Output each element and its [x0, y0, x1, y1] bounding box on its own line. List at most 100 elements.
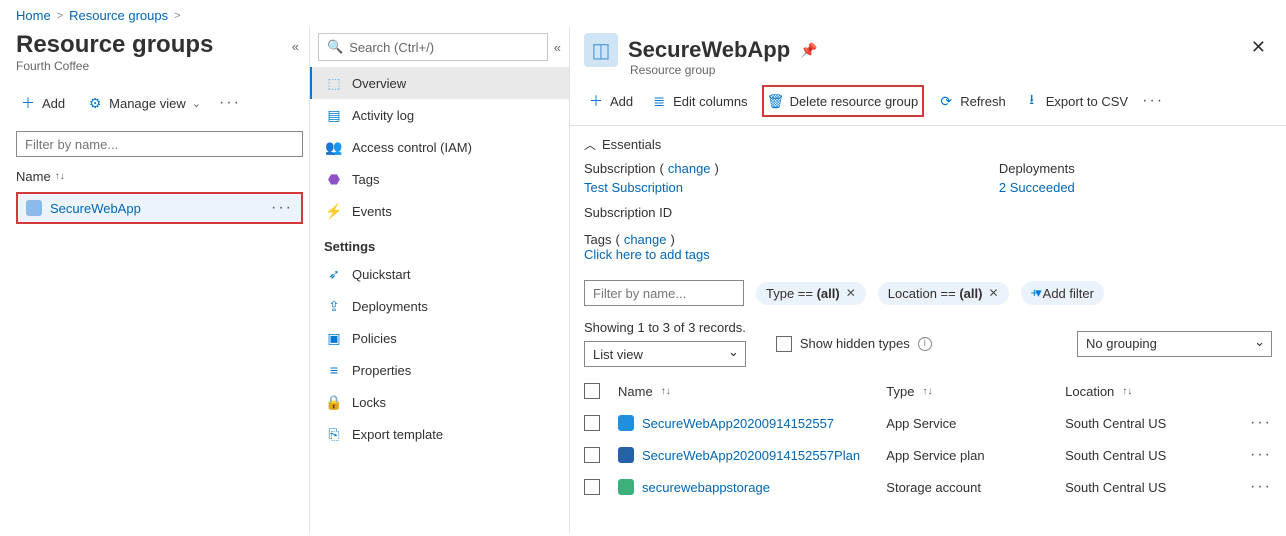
row-more-button[interactable]: ··· — [1250, 447, 1272, 463]
filter-input[interactable] — [16, 131, 303, 157]
add-filter-icon: +▾ — [1031, 285, 1039, 301]
remove-filter-icon[interactable]: ✕ — [846, 286, 856, 300]
nav-overview[interactable]: ⬚ Overview — [310, 67, 569, 99]
remove-filter-icon[interactable]: ✕ — [988, 286, 998, 300]
more-actions-button[interactable]: ··· — [219, 95, 241, 111]
edit-columns-label: Edit columns — [673, 94, 747, 109]
add-button[interactable]: ＋ Add — [16, 87, 69, 119]
delete-rg-label: Delete resource group — [790, 94, 919, 109]
item-more-button[interactable]: ··· — [271, 200, 293, 216]
resource-link[interactable]: securewebappstorage — [642, 480, 770, 495]
breadcrumb-resource-groups[interactable]: Resource groups — [69, 8, 168, 23]
type-filter-pill[interactable]: Type == (all) ✕ — [756, 282, 866, 305]
plus-icon: ＋ — [588, 93, 604, 109]
export-csv-button[interactable]: ⭳ Export to CSV — [1020, 85, 1132, 117]
pin-icon[interactable]: 📌 — [800, 42, 817, 59]
lock-icon: 🔒 — [326, 394, 342, 410]
nav-export-template[interactable]: ⎘ Export template — [310, 418, 569, 450]
add-filter-label: Add filter — [1043, 286, 1094, 301]
resource-link[interactable]: SecureWebApp20200914152557 — [642, 416, 834, 431]
breadcrumb-home[interactable]: Home — [16, 8, 51, 23]
resource-group-icon: ◫ — [584, 33, 618, 67]
row-checkbox[interactable] — [584, 479, 600, 495]
nav-properties[interactable]: ≡ Properties — [310, 354, 569, 386]
row-more-button[interactable]: ··· — [1250, 479, 1272, 495]
download-icon: ⭳ — [1024, 93, 1040, 109]
row-checkbox[interactable] — [584, 447, 600, 463]
sort-icon: ↑↓ — [922, 386, 932, 397]
row-checkbox[interactable] — [584, 415, 600, 431]
subscription-label: Subscription — [584, 161, 656, 176]
nav-label: Events — [352, 204, 392, 219]
nav-section-settings: Settings — [310, 227, 569, 258]
paren: ) — [715, 161, 719, 176]
log-icon: ▤ — [326, 107, 342, 123]
nav-deployments[interactable]: ⇪ Deployments — [310, 290, 569, 322]
rocket-icon: ➶ — [326, 266, 342, 282]
manage-view-button[interactable]: ⚙ Manage view ⌄ — [83, 87, 205, 119]
deployments-label: Deployments — [999, 161, 1075, 176]
location-filter-pill[interactable]: Location == (all) ✕ — [878, 282, 1009, 305]
nav-label: Export template — [352, 427, 443, 442]
plus-icon: ＋ — [20, 95, 36, 111]
col-location[interactable]: Location ↑↓ — [1065, 384, 1244, 399]
subscription-value-link[interactable]: Test Subscription — [584, 180, 719, 195]
table-row: SecureWebApp20200914152557PlanApp Servic… — [584, 439, 1278, 471]
row-more-button[interactable]: ··· — [1250, 415, 1272, 431]
nav-events[interactable]: ⚡ Events — [310, 195, 569, 227]
nav-locks[interactable]: 🔒 Locks — [310, 386, 569, 418]
resource-group-link[interactable]: SecureWebApp — [50, 201, 141, 216]
trash-icon: 🗑 — [768, 93, 784, 109]
sort-icon: ↑↓ — [661, 386, 671, 397]
refresh-button[interactable]: ⟳ Refresh — [934, 85, 1010, 117]
add-button[interactable]: ＋ Add — [584, 85, 637, 117]
chevron-down-icon: ⌄ — [192, 97, 201, 110]
change-subscription-link[interactable]: change — [668, 161, 711, 176]
resource-link[interactable]: SecureWebApp20200914152557Plan — [642, 448, 860, 463]
page-title: SecureWebApp — [628, 37, 790, 63]
col-name[interactable]: Name ↑↓ — [618, 384, 886, 399]
resource-filter-input[interactable] — [584, 280, 744, 306]
nav-tags[interactable]: ⬣ Tags — [310, 163, 569, 195]
records-count: Showing 1 to 3 of 3 records. — [584, 320, 746, 335]
nav-label: Policies — [352, 331, 397, 346]
select-all-checkbox[interactable] — [584, 383, 600, 399]
manage-view-label: Manage view — [109, 96, 186, 111]
nav-quickstart[interactable]: ➶ Quickstart — [310, 258, 569, 290]
resource-group-item-selected[interactable]: SecureWebApp ··· — [16, 192, 303, 224]
collapse-panel-icon[interactable]: « — [292, 39, 299, 54]
more-toolbar-button[interactable]: ··· — [1142, 93, 1164, 109]
add-tags-link[interactable]: Click here to add tags — [584, 247, 710, 262]
delete-resource-group-button[interactable]: 🗑 Delete resource group — [762, 85, 925, 117]
search-input[interactable]: 🔍 Search (Ctrl+/) — [318, 33, 548, 61]
change-tags-link[interactable]: change — [624, 232, 667, 247]
essentials-toggle[interactable]: ︿ Essentials — [570, 126, 1286, 159]
search-icon: 🔍 — [327, 39, 343, 55]
collapse-nav-icon[interactable]: « — [554, 40, 561, 55]
col-location-label: Location — [1065, 384, 1114, 399]
grouping-select[interactable]: No grouping — [1077, 331, 1272, 357]
edit-columns-button[interactable]: ≣ Edit columns — [647, 85, 751, 117]
nav-activity-log[interactable]: ▤ Activity log — [310, 99, 569, 131]
paren: ( — [660, 161, 664, 176]
close-button[interactable]: ✕ — [1247, 33, 1270, 62]
paren: ) — [670, 232, 674, 247]
breadcrumb: Home > Resource groups > — [0, 0, 1286, 27]
tenant-name: Fourth Coffee — [16, 59, 303, 73]
list-view-select[interactable]: List view — [584, 341, 746, 367]
chevron-right-icon: > — [174, 10, 180, 22]
info-icon[interactable]: i — [918, 337, 932, 351]
resource-type: Storage account — [886, 480, 1065, 495]
show-hidden-checkbox[interactable] — [776, 336, 792, 352]
main-toolbar: ＋ Add ≣ Edit columns 🗑 Delete resource g… — [570, 85, 1286, 126]
policy-icon: ▣ — [326, 330, 342, 346]
name-column-header[interactable]: Name ↑↓ — [16, 165, 65, 192]
add-filter-button[interactable]: +▾ Add filter — [1021, 281, 1104, 305]
upload-icon: ⇪ — [326, 298, 342, 314]
nav-access-control[interactable]: 👥 Access control (IAM) — [310, 131, 569, 163]
deployments-value-link[interactable]: 2 Succeeded — [999, 180, 1075, 195]
gear-icon: ⚙ — [87, 95, 103, 111]
resources-table: Name ↑↓ Type ↑↓ Location ↑↓ SecureWebApp… — [570, 375, 1286, 503]
nav-policies[interactable]: ▣ Policies — [310, 322, 569, 354]
col-type[interactable]: Type ↑↓ — [886, 384, 1065, 399]
